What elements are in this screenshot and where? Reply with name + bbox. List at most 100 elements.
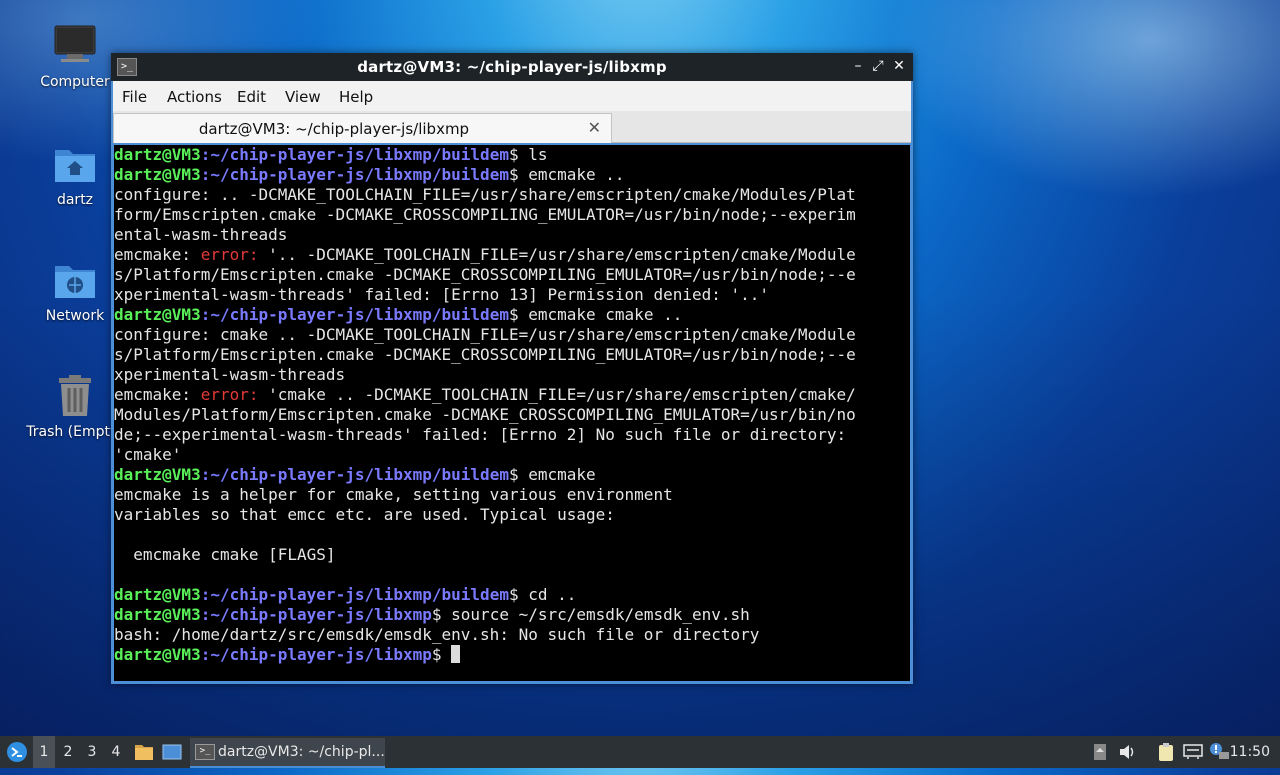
terminal-line: emcmake: error: '.. -DCMAKE_TOOLCHAIN_FI… (114, 245, 910, 265)
terminal-app-icon: >_ (195, 744, 215, 760)
prompt-segment: :~/chip-player-js/libxmp (200, 645, 432, 664)
prompt-segment: dartz@VM3 (114, 145, 201, 164)
terminal-line: s/Platform/Emscripten.cmake -DCMAKE_CROS… (114, 345, 910, 365)
terminal-text: xperimental-wasm-threads (114, 365, 346, 384)
taskbar: 1 2 3 4 >_ dartz@VM3: ~/chip-pl... 11:50 (0, 736, 1280, 768)
terminal-text: 'cmake' (114, 445, 182, 464)
terminal-text: configure: cmake .. -DCMAKE_TOOLCHAIN_FI… (114, 325, 856, 344)
terminal-line: xperimental-wasm-threads (114, 365, 910, 385)
prompt-segment: :~/chip-player-js/libxmp/buildem (200, 145, 509, 164)
terminal-line: variables so that emcc etc. are used. Ty… (114, 505, 910, 525)
window-titlebar[interactable]: >_ dartz@VM3: ~/chip-player-js/libxmp – … (111, 53, 913, 81)
notification-icon[interactable] (1207, 736, 1231, 768)
trash-icon (53, 374, 97, 418)
error-text: error: (200, 245, 259, 264)
show-desktop-button[interactable] (161, 736, 183, 768)
terminal-line: dartz@VM3:~/chip-player-js/libxmp/builde… (114, 305, 910, 325)
clipboard-icon[interactable] (1155, 736, 1177, 768)
terminal-text: $ emcmake .. (508, 165, 625, 184)
prompt-segment: dartz@VM3 (114, 645, 201, 664)
terminal-line: dartz@VM3:~/chip-player-js/libxmp/builde… (114, 165, 910, 185)
menu-bar: File Actions Edit View Help (113, 81, 911, 111)
prompt-segment: :~/chip-player-js/libxmp/buildem (200, 585, 509, 604)
network-folder-icon (53, 258, 97, 302)
terminal-text: '.. -DCMAKE_TOOLCHAIN_FILE=/usr/share/em… (258, 245, 856, 264)
minimize-button[interactable]: – (849, 57, 867, 75)
terminal-text: emcmake: (114, 245, 201, 264)
terminal-line: form/Emscripten.cmake -DCMAKE_CROSSCOMPI… (114, 205, 910, 225)
terminal-line: dartz@VM3:~/chip-player-js/libxmp$ (114, 645, 910, 665)
menu-file[interactable]: File (122, 88, 147, 106)
terminal-line: dartz@VM3:~/chip-player-js/libxmp/builde… (114, 145, 910, 165)
taskbar-item-terminal[interactable]: >_ dartz@VM3: ~/chip-pl... (190, 738, 385, 768)
workspace-4[interactable]: 4 (105, 736, 127, 768)
terminal-text: $ emcmake (508, 465, 596, 484)
volume-icon[interactable] (1117, 736, 1139, 768)
terminal-text: form/Emscripten.cmake -DCMAKE_CROSSCOMPI… (114, 205, 856, 224)
workspace-2[interactable]: 2 (57, 736, 79, 768)
terminal-line: emcmake: error: 'cmake .. -DCMAKE_TOOLCH… (114, 385, 910, 405)
taskbar-item-label: dartz@VM3: ~/chip-pl... (218, 744, 385, 760)
terminal-line: emcmake is a helper for cmake, setting v… (114, 485, 910, 505)
terminal-output[interactable]: dartz@VM3:~/chip-player-js/libxmp/builde… (114, 145, 910, 681)
lxqt-logo-icon (7, 742, 27, 762)
menu-edit[interactable]: Edit (237, 88, 266, 106)
prompt-segment: dartz@VM3 (114, 165, 201, 184)
clock[interactable]: 11:50 (1230, 736, 1270, 768)
terminal-line: xperimental-wasm-threads' failed: [Errno… (114, 285, 910, 305)
menu-actions[interactable]: Actions (167, 88, 222, 106)
terminal-text: xperimental-wasm-threads' failed: [Errno… (114, 285, 770, 304)
prompt-segment: dartz@VM3 (114, 465, 201, 484)
terminal-line: emcmake cmake [FLAGS] (114, 545, 910, 565)
close-button[interactable]: ✕ (890, 57, 908, 75)
prompt-segment: :~/chip-player-js/libxmp/buildem (200, 465, 509, 484)
terminal-text: 'cmake .. -DCMAKE_TOOLCHAIN_FILE=/usr/sh… (258, 385, 856, 404)
network-tray-icon[interactable] (1181, 736, 1205, 768)
tab-close-icon[interactable]: ✕ (588, 118, 601, 137)
terminal-text: emcmake cmake [FLAGS] (114, 545, 336, 564)
folder-icon (135, 745, 153, 760)
terminal-text: variables so that emcc etc. are used. Ty… (114, 505, 615, 524)
prompt-segment: dartz@VM3 (114, 585, 201, 604)
terminal-line: dartz@VM3:~/chip-player-js/libxmp$ sourc… (114, 605, 910, 625)
menu-view[interactable]: View (285, 88, 321, 106)
tab-terminal[interactable]: dartz@VM3: ~/chip-player-js/libxmp ✕ (113, 113, 612, 143)
terminal-text: $ ls (508, 145, 548, 164)
terminal-line: de;--experimental-wasm-threads' failed: … (114, 425, 910, 445)
terminal-text: Modules/Platform/Emscripten.cmake -DCMAK… (114, 405, 856, 424)
prompt-segment: dartz@VM3 (114, 605, 201, 624)
terminal-line: s/Platform/Emscripten.cmake -DCMAKE_CROS… (114, 265, 910, 285)
home-folder-icon (53, 142, 97, 186)
error-text: error: (200, 385, 259, 404)
terminal-line: Modules/Platform/Emscripten.cmake -DCMAK… (114, 405, 910, 425)
terminal-line: 'cmake' (114, 445, 910, 465)
maximize-button[interactable]: ⤢ (869, 57, 887, 75)
computer-icon (53, 24, 97, 68)
tab-title: dartz@VM3: ~/chip-player-js/libxmp (198, 120, 470, 138)
workspace-1[interactable]: 1 (33, 736, 55, 768)
terminal-text: emcmake is a helper for cmake, setting v… (114, 485, 673, 504)
terminal-line: bash: /home/dartz/src/emsdk/emsdk_env.sh… (114, 625, 910, 645)
prompt-segment: :~/chip-player-js/libxmp/buildem (200, 165, 509, 184)
terminal-text: de;--experimental-wasm-threads' failed: … (114, 425, 847, 444)
tray-scroll-icon[interactable] (1091, 736, 1109, 768)
terminal-text: $ source ~/src/emsdk/emsdk_env.sh (431, 605, 750, 624)
terminal-text: $ (431, 645, 452, 664)
terminal-text: s/Platform/Emscripten.cmake -DCMAKE_CROS… (114, 345, 856, 364)
terminal-text: emcmake: (114, 385, 201, 404)
desktop-icon (162, 744, 182, 760)
file-manager-launcher[interactable] (133, 736, 155, 768)
workspace-3[interactable]: 3 (81, 736, 103, 768)
prompt-segment: dartz@VM3 (114, 305, 201, 324)
start-menu-button[interactable] (4, 736, 30, 768)
terminal-line: dartz@VM3:~/chip-player-js/libxmp/builde… (114, 465, 910, 485)
menu-help[interactable]: Help (339, 88, 373, 106)
terminal-line: configure: .. -DCMAKE_TOOLCHAIN_FILE=/us… (114, 185, 910, 205)
terminal-text: configure: .. -DCMAKE_TOOLCHAIN_FILE=/us… (114, 185, 856, 204)
terminal-line: ental-wasm-threads (114, 225, 910, 245)
terminal-line: configure: cmake .. -DCMAKE_TOOLCHAIN_FI… (114, 325, 910, 345)
terminal-text: $ emcmake cmake .. (508, 305, 683, 324)
terminal-cursor (451, 645, 461, 663)
